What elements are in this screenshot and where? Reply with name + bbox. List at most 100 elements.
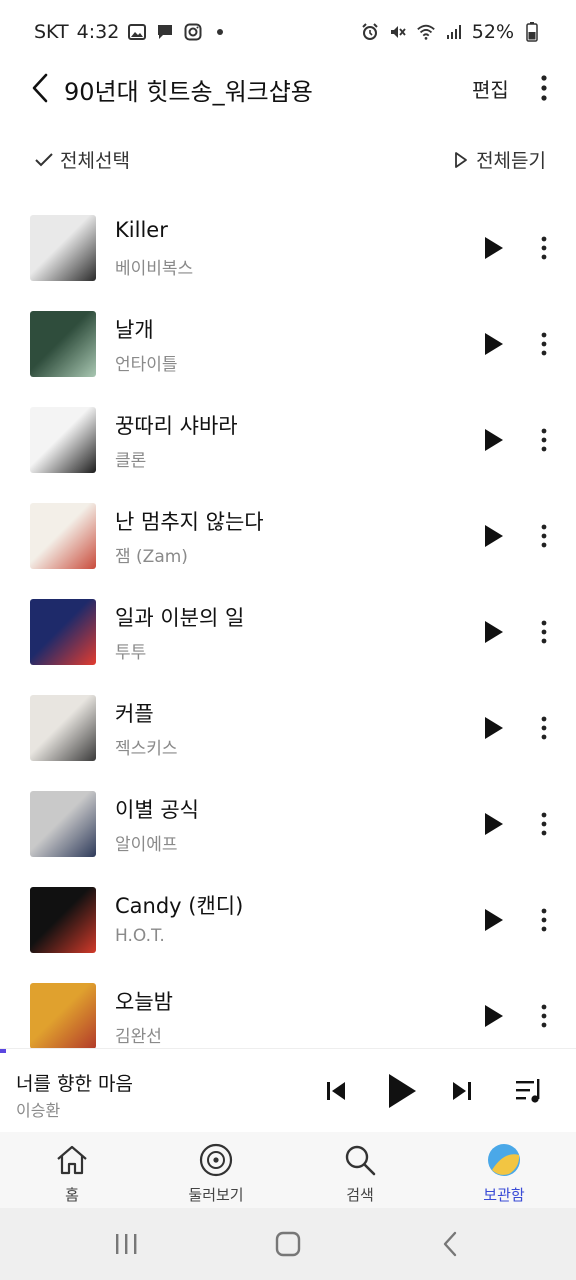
track-title: 오늘밤 [115,990,173,1014]
playlist-queue-button[interactable] [512,1073,548,1109]
track-more-button[interactable] [532,1000,556,1032]
play-icon [485,237,503,259]
recent-apps-icon [116,1234,137,1254]
select-all-button[interactable]: 전체선택 [34,146,130,173]
track-more-button[interactable] [532,712,556,744]
album-cover [30,407,96,473]
nav-item-home[interactable]: 홈 [0,1132,144,1208]
recent-apps-button[interactable] [106,1226,146,1262]
track-more-button[interactable] [532,808,556,840]
track-row[interactable]: 커플젝스키스 [0,680,576,776]
album-cover [30,887,96,953]
track-play-button[interactable] [480,234,508,262]
nav-label-home: 홈 [65,1186,79,1204]
battery-percent: 52% [471,21,514,43]
album-cover [30,983,96,1048]
status-right: 52% [360,21,542,43]
carrier-label: SKT [34,21,69,43]
battery-icon [522,22,542,42]
nav-item-search[interactable]: 검색 [288,1132,432,1208]
track-row[interactable]: 이별 공식알이에프 [0,776,576,872]
mute-icon [388,22,408,42]
track-title: 커플 [115,702,154,726]
status-left: SKT 4:32 [34,21,224,43]
track-row[interactable]: Killer 베이비복스 [0,200,576,296]
gallery-icon [127,22,147,42]
track-title: 이별 공식 [115,798,199,822]
now-playing-title: 너를 향한 마음 [16,1073,133,1095]
next-button[interactable] [446,1075,478,1107]
track-play-button[interactable] [480,618,508,646]
nav-label-library: 보관함 [483,1186,525,1204]
play-icon [389,1074,416,1108]
track-play-button[interactable] [480,426,508,454]
track-play-button[interactable] [480,522,508,550]
kebab-menu-icon [541,620,547,644]
track-artist: 젝스키스 [115,739,178,759]
signal-icon [444,22,464,42]
status-bar: SKT 4:32 52% [0,0,576,64]
track-artist: 클론 [115,451,147,471]
library-icon [486,1142,522,1178]
nav-label-search: 검색 [346,1186,374,1204]
album-cover [30,695,96,761]
play-icon [485,717,503,739]
play-all-button[interactable]: 전체듣기 [454,146,546,173]
track-more-button[interactable] [532,520,556,552]
track-play-button[interactable] [480,906,508,934]
previous-button[interactable] [320,1075,352,1107]
nav-item-library[interactable]: 보관함 [432,1132,576,1208]
back-system-button[interactable] [430,1226,470,1262]
track-play-button[interactable] [480,810,508,838]
track-row[interactable]: 일과 이분의 일 투투 [0,584,576,680]
home-square-icon [275,1231,301,1257]
track-artist: H.O.T. [115,926,165,946]
track-play-button[interactable] [480,1002,508,1030]
track-more-button[interactable] [532,904,556,936]
track-row[interactable]: 난 멈추지 않는다 잼 (Zam) [0,488,576,584]
track-row[interactable]: 꿍따리 샤바라 클론 [0,392,576,488]
album-cover [30,215,96,281]
track-more-button[interactable] [532,328,556,360]
play-icon [485,333,503,355]
track-more-button[interactable] [532,616,556,648]
nav-label-browse: 둘러보기 [188,1186,244,1204]
play-outline-icon [455,151,467,168]
message-icon [155,22,175,42]
skip-next-icon [453,1082,471,1100]
kebab-menu-icon [541,716,547,740]
mini-player[interactable]: 너를 향한 마음 이승환 [0,1048,576,1132]
kebab-menu-icon [541,524,547,548]
track-title: 난 멈추지 않는다 [115,510,264,534]
track-row[interactable]: Candy (캔디) H.O.T. [0,872,576,968]
track-play-button[interactable] [480,330,508,358]
list-actions: 전체선택 전체듣기 [0,140,576,180]
track-more-button[interactable] [532,232,556,264]
album-cover [30,599,96,665]
track-artist: 알이에프 [115,835,178,855]
skip-previous-icon [327,1082,345,1100]
play-button[interactable] [382,1069,422,1113]
now-playing-artist: 이승환 [16,1101,61,1120]
clock: 4:32 [76,21,120,43]
home-system-button[interactable] [268,1226,308,1262]
more-options-button[interactable] [530,70,558,106]
edit-button[interactable]: 편집 [472,74,509,103]
instagram-icon [183,22,203,42]
alarm-icon [360,22,380,42]
track-more-button[interactable] [532,424,556,456]
play-icon [485,525,503,547]
system-navigation-bar [0,1208,576,1280]
nav-item-browse[interactable]: 둘러보기 [144,1132,288,1208]
back-button[interactable] [22,68,58,108]
app-header: 90년대 힛트송_워크샵용 편집 [0,60,576,116]
track-play-button[interactable] [480,714,508,742]
checkmark-icon [35,152,53,166]
bottom-navigation: 홈 둘러보기 검색 보관함 [0,1132,576,1208]
track-row[interactable]: 오늘밤 김완선 [0,968,576,1048]
playback-progress-bar[interactable] [0,1049,6,1053]
track-row[interactable]: 날개 언타이틀 [0,296,576,392]
disc-icon [198,1142,234,1178]
play-icon [485,909,503,931]
album-cover [30,791,96,857]
